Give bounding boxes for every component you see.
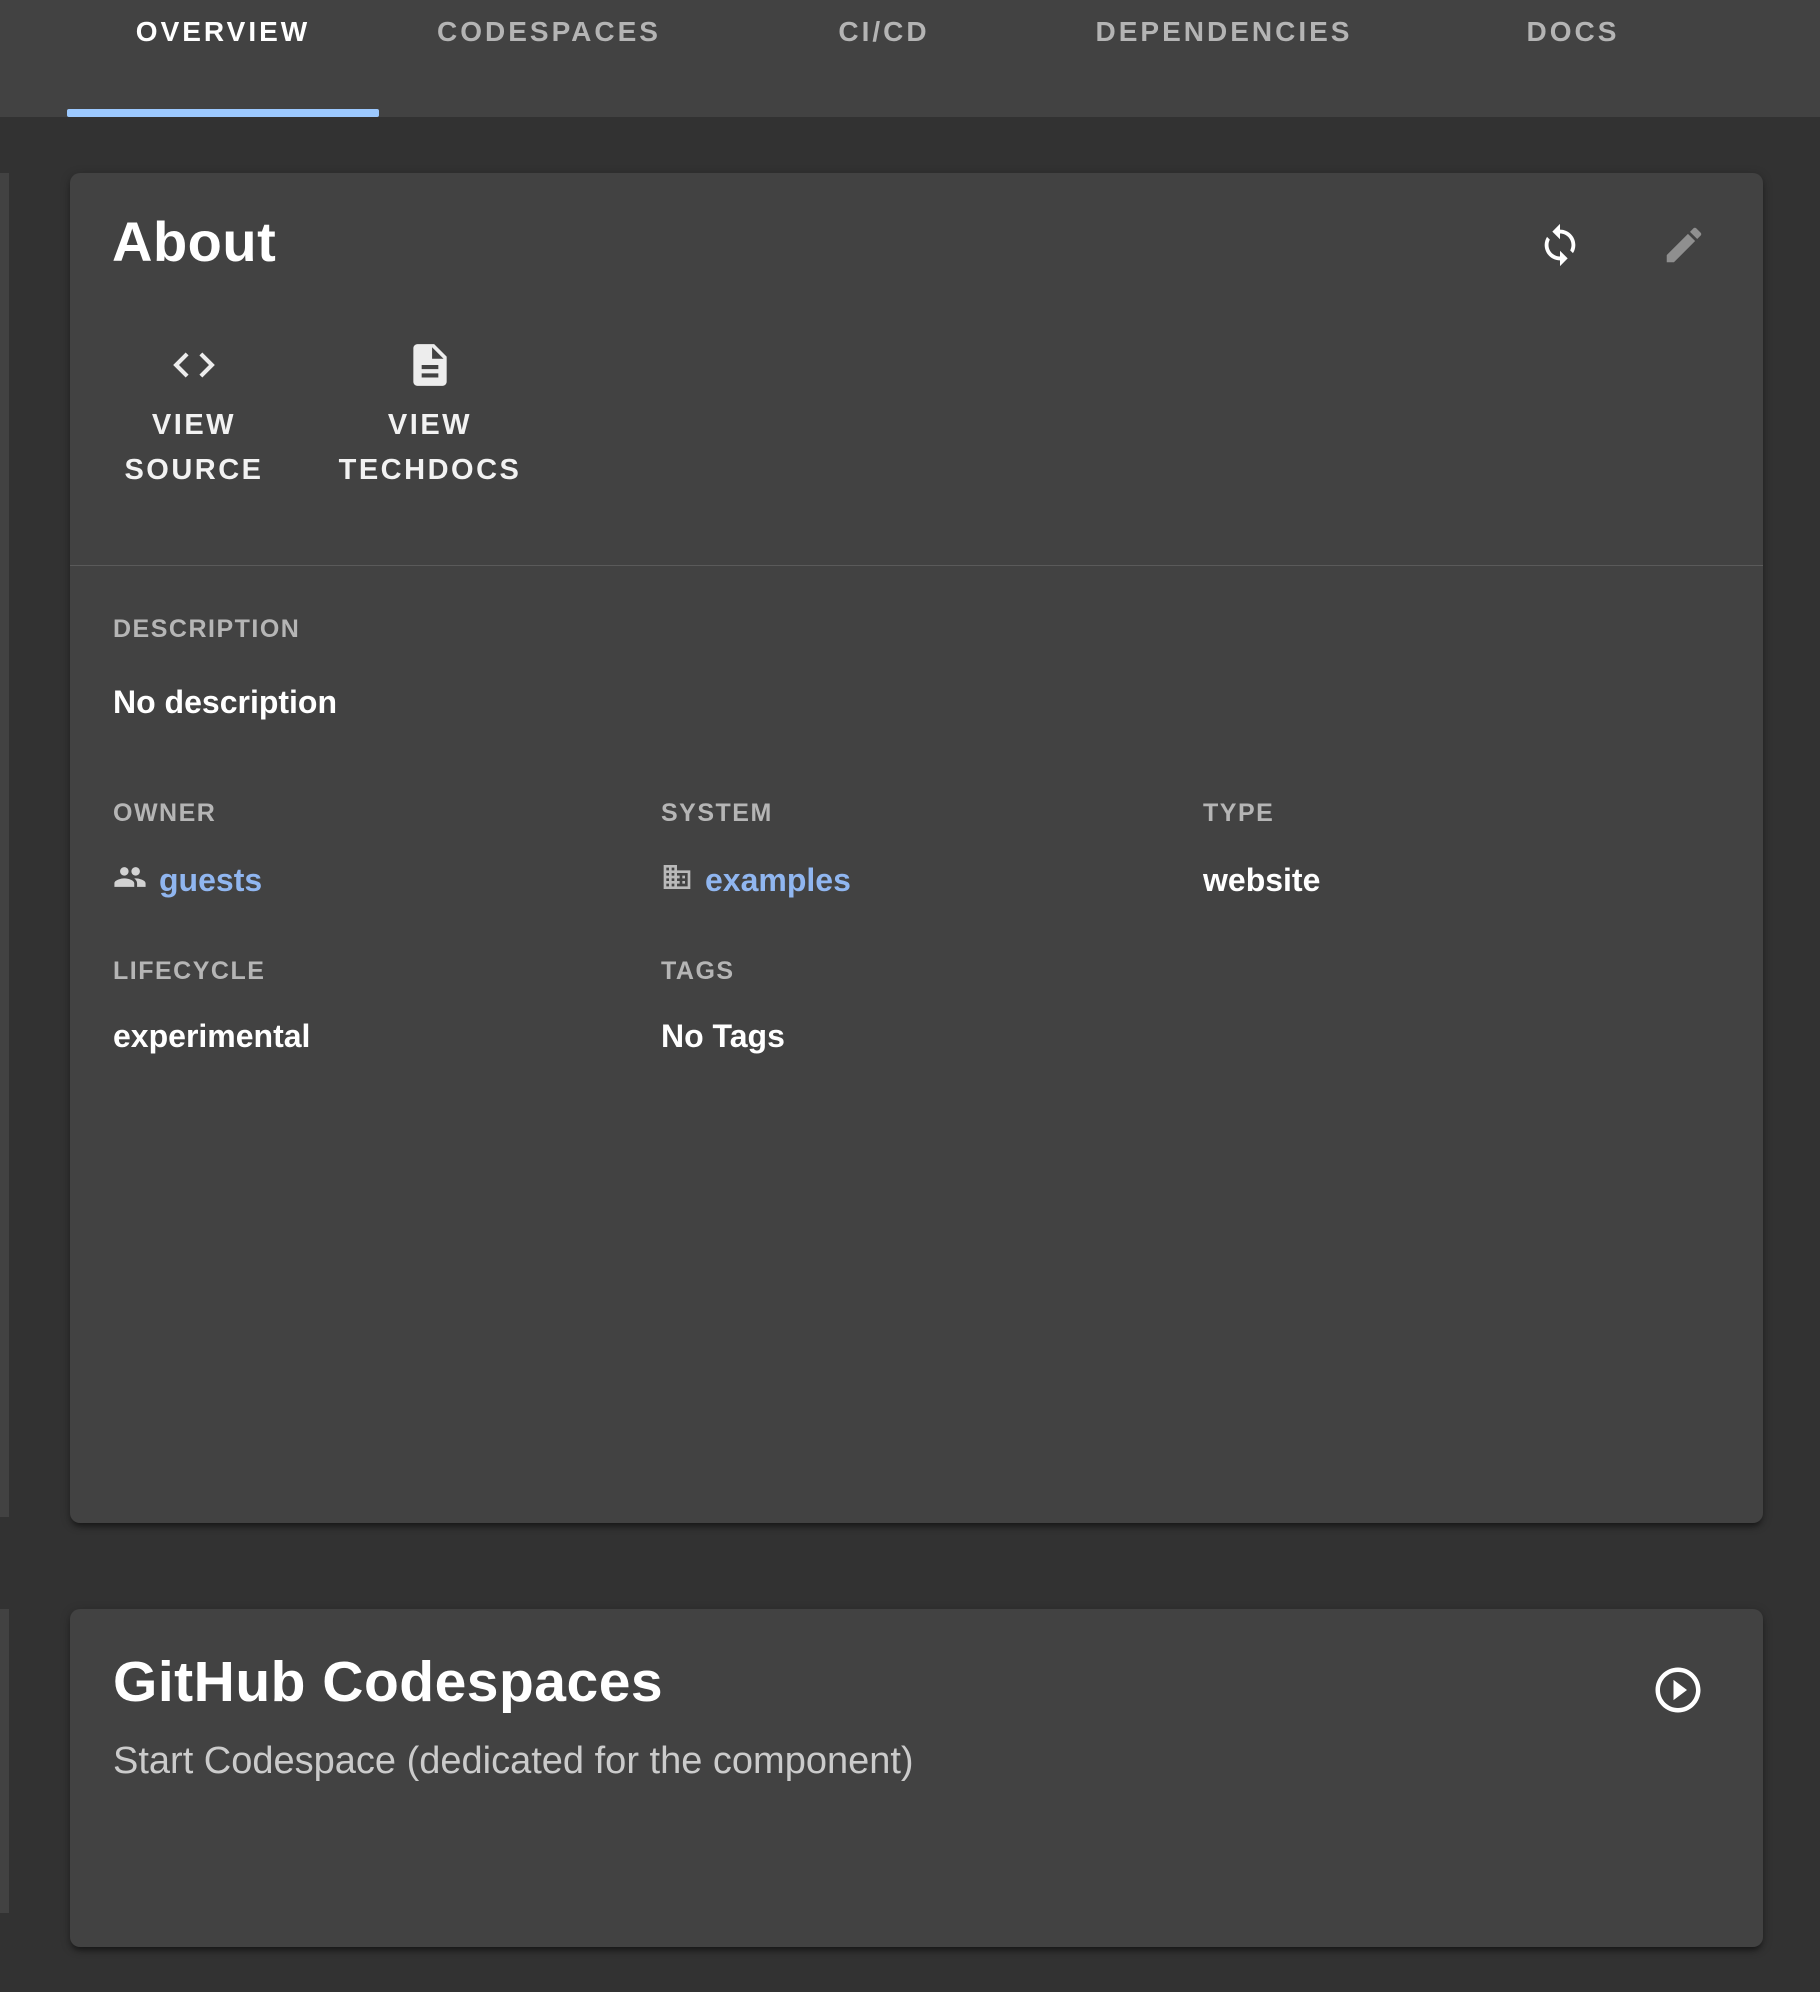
codespaces-card-header: GitHub Codespaces Start Codespace (dedic…: [70, 1609, 1763, 1783]
view-source-label: VIEWSOURCE: [124, 403, 263, 493]
lifecycle-label: LIFECYCLE: [113, 956, 661, 986]
type-label: TYPE: [1203, 798, 1720, 828]
view-source-button[interactable]: VIEWSOURCE: [94, 334, 294, 499]
domain-icon: [661, 861, 693, 898]
active-tab-indicator: [67, 109, 379, 117]
view-techdocs-button[interactable]: VIEWTECHDOCS: [330, 334, 530, 499]
adjacent-card-edge: [0, 1609, 9, 1913]
tab-row: OVERVIEW CODESPACES CI/CD DEPENDENCIES D…: [67, 0, 1747, 64]
tab-dependencies[interactable]: DEPENDENCIES: [1049, 0, 1399, 64]
docs-icon: [405, 340, 455, 393]
about-card: About VIEWSOURCE VIEWTEC: [70, 173, 1763, 1523]
tab-overview[interactable]: OVERVIEW: [67, 0, 379, 64]
owner-field: OWNER guests: [113, 798, 661, 900]
system-link[interactable]: examples: [705, 860, 851, 900]
about-card-header: About: [70, 173, 1763, 274]
code-icon: [169, 340, 219, 393]
start-codespace-button[interactable]: [1651, 1663, 1705, 1717]
system-label: SYSTEM: [661, 798, 1203, 828]
refresh-icon: [1537, 222, 1583, 271]
lifecycle-tags-row: LIFECYCLE experimental TAGS No Tags: [113, 956, 1720, 1056]
github-codespaces-card: GitHub Codespaces Start Codespace (dedic…: [70, 1609, 1763, 1947]
codespaces-card-subtitle: Start Codespace (dedicated for the compo…: [113, 1740, 1703, 1784]
lifecycle-value: experimental: [113, 1016, 661, 1056]
owner-link[interactable]: guests: [159, 860, 262, 900]
codespaces-card-title: GitHub Codespaces: [113, 1650, 1703, 1716]
about-card-title: About: [112, 211, 276, 274]
edit-icon: [1661, 222, 1707, 271]
tab-codespaces[interactable]: CODESPACES: [379, 0, 719, 64]
lifecycle-field: LIFECYCLE experimental: [113, 956, 661, 1056]
tags-field: TAGS No Tags: [661, 956, 1203, 1056]
about-card-links: VIEWSOURCE VIEWTECHDOCS: [70, 334, 1763, 499]
edit-button[interactable]: [1661, 223, 1707, 269]
system-field: SYSTEM examples: [661, 798, 1203, 900]
adjacent-card-edge: [0, 173, 9, 1517]
tags-value: No Tags: [661, 1016, 1203, 1056]
tab-ci-cd[interactable]: CI/CD: [719, 0, 1049, 64]
about-card-actions: [1537, 223, 1707, 269]
owner-label: OWNER: [113, 798, 661, 828]
entity-tab-bar: OVERVIEW CODESPACES CI/CD DEPENDENCIES D…: [0, 0, 1820, 117]
tab-docs[interactable]: DOCS: [1399, 0, 1747, 64]
group-icon: [113, 860, 147, 899]
description-value: No description: [113, 682, 1720, 722]
play-circle-icon: [1651, 1705, 1705, 1720]
about-card-content: DESCRIPTION No description OWNER guests …: [70, 566, 1763, 1056]
description-label: DESCRIPTION: [113, 614, 1720, 644]
type-field: TYPE website: [1203, 798, 1720, 900]
tags-label: TAGS: [661, 956, 1203, 986]
view-techdocs-label: VIEWTECHDOCS: [339, 403, 522, 493]
type-value: website: [1203, 860, 1720, 900]
refresh-button[interactable]: [1537, 223, 1583, 269]
owner-system-type-row: OWNER guests SYSTEM examples T: [113, 798, 1720, 900]
